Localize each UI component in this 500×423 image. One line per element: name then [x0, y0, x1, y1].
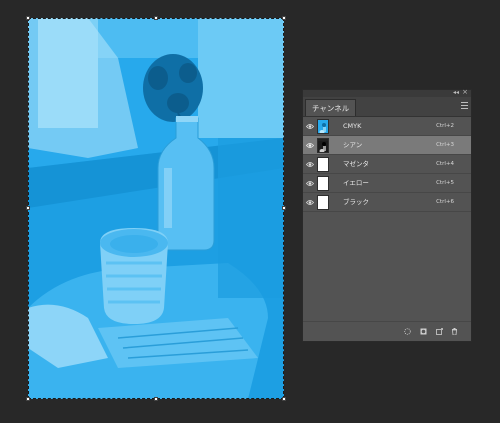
transform-handle-top-center[interactable]	[154, 16, 158, 20]
transform-handle-bottom-center[interactable]	[154, 397, 158, 401]
channels-panel: ◂◂ × チャンネル CMYK Ctrl+2 シアン Ctrl+3 マゼンタ C…	[302, 89, 472, 342]
channel-thumbnail-black	[317, 195, 329, 210]
channel-shortcut: Ctrl+4	[436, 161, 454, 167]
channel-thumbnail-magenta	[317, 157, 329, 172]
channel-list: CMYK Ctrl+2 シアン Ctrl+3 マゼンタ Ctrl+4 イエロー …	[303, 117, 471, 212]
channel-shortcut: Ctrl+5	[436, 180, 454, 186]
cyan-channel-image	[28, 18, 284, 399]
eye-icon[interactable]	[306, 142, 314, 149]
channel-name: イエロー	[343, 179, 369, 187]
eye-icon[interactable]	[306, 180, 314, 187]
save-selection-as-channel-icon[interactable]	[420, 328, 427, 335]
load-channel-as-selection-icon[interactable]	[404, 328, 411, 335]
channel-thumbnail-yellow	[317, 176, 329, 191]
document-canvas[interactable]	[28, 18, 284, 399]
transform-handle-bottom-right[interactable]	[282, 397, 286, 401]
channel-name: シアン	[343, 141, 363, 149]
panel-footer	[303, 321, 471, 341]
channel-thumbnail-cyan	[317, 138, 329, 153]
channel-name: CMYK	[343, 122, 362, 130]
close-icon[interactable]: ×	[462, 89, 468, 96]
channel-shortcut: Ctrl+3	[436, 142, 454, 148]
collapse-double-arrow-icon[interactable]: ◂◂	[453, 89, 459, 96]
transform-handle-bottom-left[interactable]	[26, 397, 30, 401]
panel-menu-icon[interactable]	[461, 102, 468, 110]
tab-channels[interactable]: チャンネル	[305, 99, 357, 116]
panel-tab-bar: チャンネル	[303, 97, 471, 117]
eye-icon[interactable]	[306, 123, 314, 130]
transform-handle-middle-left[interactable]	[26, 206, 30, 210]
channel-row-black[interactable]: ブラック Ctrl+6	[303, 193, 471, 212]
channel-thumbnail-cmyk	[317, 119, 329, 134]
channel-name: マゼンタ	[343, 160, 369, 168]
eye-icon[interactable]	[306, 161, 314, 168]
channel-row-cmyk[interactable]: CMYK Ctrl+2	[303, 117, 471, 136]
transform-handle-middle-right[interactable]	[282, 206, 286, 210]
eye-icon[interactable]	[306, 199, 314, 206]
transform-handle-top-right[interactable]	[282, 16, 286, 20]
channel-row-cyan[interactable]: シアン Ctrl+3	[303, 136, 471, 155]
channel-shortcut: Ctrl+2	[436, 123, 454, 129]
channel-shortcut: Ctrl+6	[436, 199, 454, 205]
channel-row-magenta[interactable]: マゼンタ Ctrl+4	[303, 155, 471, 174]
panel-title-bar[interactable]: ◂◂ ×	[303, 89, 471, 97]
channel-row-yellow[interactable]: イエロー Ctrl+5	[303, 174, 471, 193]
delete-channel-icon[interactable]	[451, 328, 458, 335]
transform-handle-top-left[interactable]	[26, 16, 30, 20]
new-channel-icon[interactable]	[436, 328, 443, 335]
channel-name: ブラック	[343, 198, 369, 206]
